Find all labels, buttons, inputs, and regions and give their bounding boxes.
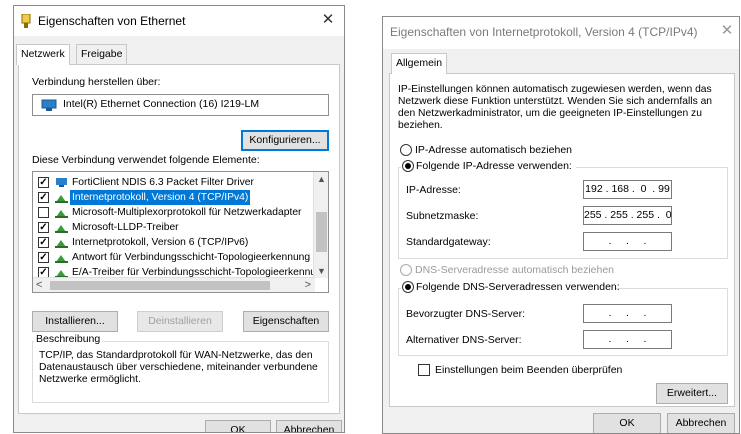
general-tab-panel: IP-Einstellungen können automatisch zuge… <box>389 73 735 407</box>
subnet-label: Subnetzmaske: <box>406 210 479 222</box>
item-label: Internetprotokoll, Version 4 (TCP/IPv4) <box>70 190 251 205</box>
window-title: Eigenschaften von Internetprotokoll, Ver… <box>390 25 698 39</box>
manual-dns-radio[interactable] <box>402 281 414 293</box>
list-item[interactable]: ✓ Antwort für Verbindungsschicht-Topologi… <box>37 250 313 265</box>
item-label: Microsoft-Multiplexorprotokoll für Netzw… <box>72 207 302 218</box>
horizontal-scrollbar[interactable]: < > <box>33 277 315 292</box>
scrollbar-thumb[interactable] <box>316 212 327 252</box>
item-checkbox[interactable]: ✓ <box>38 207 49 218</box>
subnet-input[interactable]: 255 . 255 . 255 . 0 <box>583 206 672 225</box>
item-checkbox[interactable]: ✓ <box>38 192 49 203</box>
alternate-dns-input[interactable]: . . . <box>583 330 672 349</box>
manual-ip-radio[interactable] <box>402 160 414 172</box>
components-list[interactable]: ✓ FortiClient NDIS 6.3 Packet Filter Driv… <box>32 171 329 293</box>
uninstall-button[interactable]: Deinstallieren <box>137 311 223 332</box>
item-label: Microsoft-LLDP-Treiber <box>72 222 179 233</box>
item-label: FortiClient NDIS 6.3 Packet Filter Drive… <box>72 177 254 188</box>
item-checkbox[interactable]: ✓ <box>38 177 49 188</box>
adapter-box: Intel(R) Ethernet Connection (16) I219-L… <box>32 94 329 116</box>
manual-dns-legend: Folgende DNS-Serveradressen verwenden: <box>401 280 620 296</box>
items-label: Diese Verbindung verwendet folgende Elem… <box>32 154 260 166</box>
scroll-down-icon[interactable]: ▼ <box>314 266 328 276</box>
protocol-icon <box>55 240 68 248</box>
close-icon[interactable]: ✕ <box>715 20 739 44</box>
tab-strip: Allgemein <box>383 53 739 74</box>
horizontal-scrollbar-thumb[interactable] <box>50 281 270 290</box>
item-label: Antwort für Verbindungsschicht-Topologie… <box>72 252 311 263</box>
ipv4-properties-dialog: Eigenschaften von Internetprotokoll, Ver… <box>382 16 740 434</box>
install-button[interactable]: Installieren... <box>32 311 118 332</box>
list-item[interactable]: ✓ FortiClient NDIS 6.3 Packet Filter Driv… <box>37 175 313 190</box>
info-text: IP-Einstellungen können automatisch zuge… <box>398 84 713 131</box>
network-filter-icon <box>56 178 67 187</box>
protocol-icon <box>55 255 68 263</box>
validate-checkbox[interactable] <box>418 364 430 376</box>
preferred-dns-label: Bevorzugter DNS-Server: <box>406 308 526 320</box>
network-tab-panel: Verbindung herstellen über: Intel(R) Eth… <box>18 64 340 414</box>
ethernet-properties-dialog: Eigenschaften von Ethernet ✕ Netzwerk Fr… <box>13 5 345 433</box>
tab-strip: Netzwerk Freigabe <box>14 44 344 65</box>
item-checkbox[interactable]: ✓ <box>38 237 49 248</box>
scroll-up-icon[interactable]: ▲ <box>314 174 328 184</box>
tab-freigabe[interactable]: Freigabe <box>76 44 128 64</box>
tab-netzwerk[interactable]: Netzwerk <box>16 44 70 65</box>
network-adapter-icon <box>41 99 57 111</box>
components-list-items: ✓ FortiClient NDIS 6.3 Packet Filter Driv… <box>37 175 319 280</box>
ok-button[interactable]: OK <box>593 413 661 433</box>
alternate-dns-label: Alternativer DNS-Server: <box>406 334 522 346</box>
item-checkbox[interactable]: ✓ <box>38 222 49 233</box>
scroll-left-icon[interactable]: < <box>36 279 42 291</box>
ok-button[interactable]: OK <box>205 420 271 432</box>
protocol-icon <box>55 210 68 218</box>
configure-button[interactable]: Konfigurieren... <box>241 130 329 151</box>
description-label: Beschreibung <box>34 333 103 345</box>
cancel-button[interactable]: Abbrechen <box>276 420 342 432</box>
auto-dns-radio[interactable] <box>400 264 412 276</box>
close-icon[interactable]: ✕ <box>316 9 340 33</box>
ip-address-input[interactable]: 192 . 168 . 0 . 99 <box>583 180 672 199</box>
description-text: TCP/IP, das Standardprotokoll für WAN-Ne… <box>39 350 318 385</box>
validate-label: Einstellungen beim Beenden überprüfen <box>435 364 623 376</box>
title-bar[interactable]: Eigenschaften von Internetprotokoll, Ver… <box>383 17 739 49</box>
protocol-icon <box>55 195 68 203</box>
list-item[interactable]: ✓ Internetprotokoll, Version 6 (TCP/IPv6) <box>37 235 313 250</box>
manual-ip-legend: Folgende IP-Adresse verwenden: <box>401 159 576 175</box>
manual-ip-label: Folgende IP-Adresse verwenden: <box>416 160 572 172</box>
manual-dns-label: Folgende DNS-Serveradressen verwenden: <box>416 281 620 293</box>
gateway-input[interactable]: . . . <box>583 232 672 251</box>
window-title: Eigenschaften von Ethernet <box>38 14 186 28</box>
cancel-button[interactable]: Abbrechen <box>667 413 735 433</box>
title-bar[interactable]: Eigenschaften von Ethernet ✕ <box>14 6 344 36</box>
list-item[interactable]: ✓ Microsoft-Multiplexorprotokoll für Netz… <box>37 205 313 220</box>
auto-ip-label: IP-Adresse automatisch beziehen <box>415 144 573 156</box>
scroll-right-icon[interactable]: > <box>305 279 311 291</box>
list-item[interactable]: ✓ Microsoft-LLDP-Treiber <box>37 220 313 235</box>
preferred-dns-input[interactable]: . . . <box>583 304 672 323</box>
item-checkbox[interactable]: ✓ <box>38 252 49 263</box>
list-item[interactable]: ✓ Internetprotokoll, Version 4 (TCP/IPv4) <box>37 190 313 205</box>
adapter-name: Intel(R) Ethernet Connection (16) I219-L… <box>63 98 260 110</box>
gateway-label: Standardgateway: <box>406 236 491 248</box>
connect-using-label: Verbindung herstellen über: <box>32 76 161 88</box>
properties-button[interactable]: Eigenschaften <box>243 311 329 332</box>
network-adapter-icon <box>21 14 31 28</box>
protocol-icon <box>55 225 68 233</box>
item-label: Internetprotokoll, Version 6 (TCP/IPv6) <box>72 237 249 248</box>
advanced-button[interactable]: Erweitert... <box>656 383 728 404</box>
auto-ip-radio[interactable] <box>400 144 412 156</box>
tab-allgemein[interactable]: Allgemein <box>391 53 448 74</box>
vertical-scrollbar[interactable]: ▲ ▼ <box>313 172 328 278</box>
auto-dns-label: DNS-Serveradresse automatisch beziehen <box>415 264 615 276</box>
ip-address-label: IP-Adresse: <box>406 184 461 196</box>
